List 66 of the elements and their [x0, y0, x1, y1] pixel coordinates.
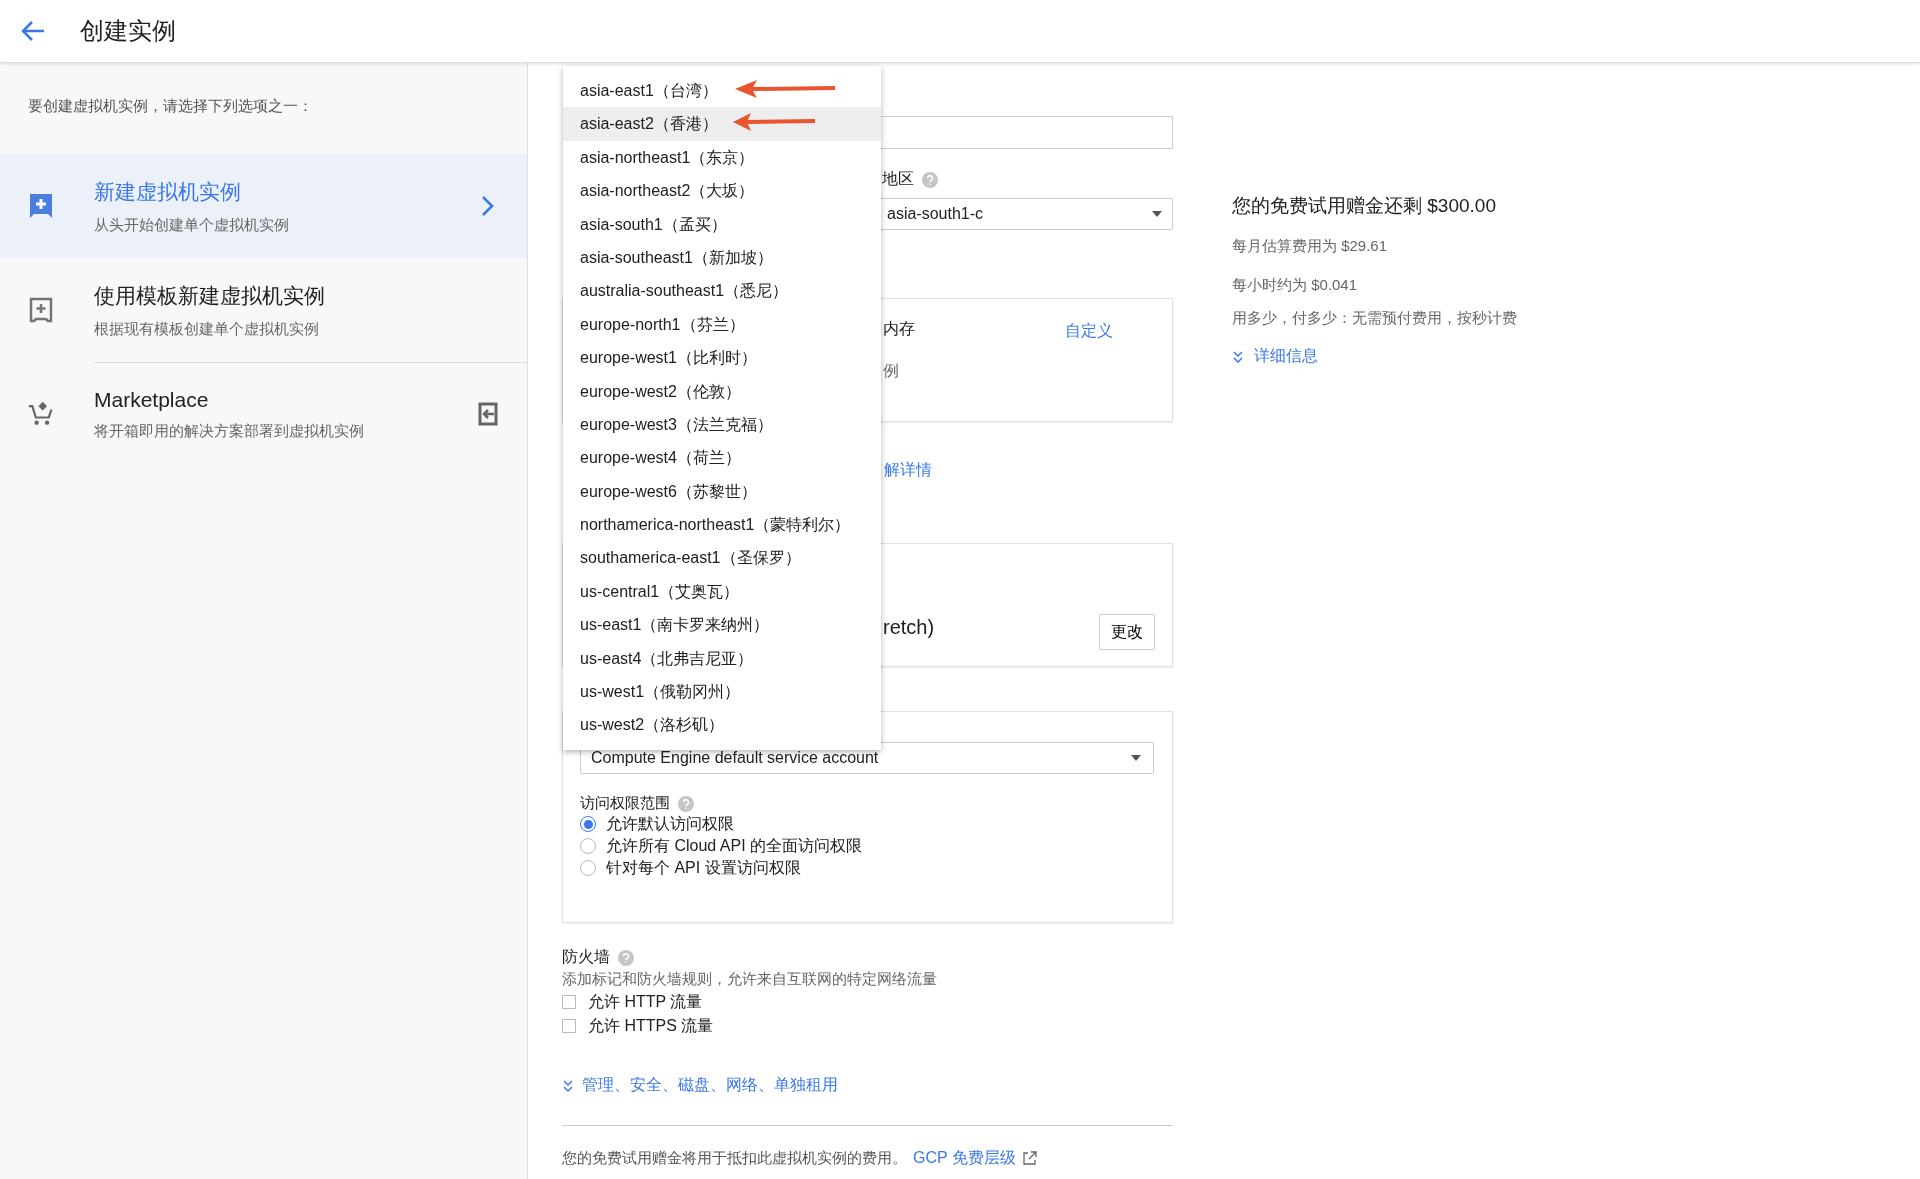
hourly-estimate: 每小时约为 $0.041	[1232, 276, 1359, 295]
cart-icon	[28, 400, 54, 428]
region-option[interactable]: northamerica-northeast1（蒙特利尔）	[563, 508, 881, 542]
firewall-checkbox[interactable]: 允许 HTTP 流量	[562, 991, 703, 1013]
exit-icon[interactable]	[477, 401, 499, 427]
sidebar-item[interactable]: 使用模板新建虚拟机实例 根据现有模板创建单个虚拟机实例	[0, 258, 527, 362]
sidebar-item[interactable]: 新建虚拟机实例 从头开始创建单个虚拟机实例	[0, 154, 527, 258]
region-option[interactable]: asia-southeast1（新加坡）	[563, 240, 881, 275]
add-template-icon	[28, 296, 54, 324]
region-option[interactable]: europe-west6（苏黎世）	[563, 474, 881, 509]
region-option[interactable]: europe-west2（伦敦）	[563, 374, 881, 408]
firewall-checkbox[interactable]: 允许 HTTPS 流量	[562, 1015, 714, 1037]
firewall-label: 防火墙	[562, 947, 610, 967]
region-option[interactable]: australia-southeast1（悉尼）	[563, 274, 881, 308]
region-option[interactable]: asia-northeast1（东京）	[563, 140, 881, 175]
change-button[interactable]: 更改	[1099, 614, 1155, 650]
expand-chevron-icon[interactable]	[562, 1078, 574, 1093]
firewall-description: 添加标记和防火墙规则，允许来自互联网的特定网络流量	[562, 970, 938, 989]
advanced-options-link[interactable]: 管理、安全、磁盘、网络、单独租用	[582, 1075, 838, 1096]
region-option[interactable]: asia-east2（香港）	[563, 107, 881, 141]
external-link-icon[interactable]	[1021, 1151, 1037, 1166]
region-option[interactable]: europe-north1（芬兰）	[563, 307, 881, 342]
scope-radio[interactable]: 允许所有 Cloud API 的全面访问权限	[580, 835, 863, 857]
region-option[interactable]: asia-east1（台湾）	[563, 74, 881, 108]
region-option[interactable]: europe-west1（比利时）	[563, 341, 881, 375]
memory-text: 内存	[883, 319, 915, 339]
credit-title: 您的免费试用赠金还剩 $300.00	[1232, 194, 1497, 218]
region-option[interactable]: us-east4（北弗吉尼亚）	[563, 641, 881, 676]
item-subtitle: 从头开始创建单个虚拟机实例	[94, 215, 290, 235]
dropdown-triangle-icon[interactable]	[1152, 211, 1162, 217]
sidebar-intro: 要创建虚拟机实例，请选择下列选项之一：	[27, 96, 314, 116]
details-link[interactable]: 解详情	[884, 461, 932, 478]
add-document-icon	[28, 192, 54, 220]
instance-text: 例	[883, 361, 899, 381]
zone-select[interactable]: asia-south1-c	[878, 198, 1173, 230]
region-option[interactable]: us-central1（艾奥瓦）	[563, 574, 881, 609]
region-option[interactable]: asia-northeast2（大坂）	[563, 174, 881, 208]
access-scopes-label: 访问权限范围	[580, 794, 670, 813]
region-option[interactable]: us-east1（南卡罗来纳州）	[563, 608, 881, 642]
boot-disk-text: retch)	[883, 616, 935, 639]
region-option[interactable]: us-west1（俄勒冈州）	[563, 675, 881, 709]
scope-radio[interactable]: 允许默认访问权限	[580, 813, 734, 835]
item-title: 使用模板新建虚拟机实例	[94, 282, 326, 309]
zone-label: 地区	[882, 169, 914, 189]
region-option[interactable]: southamerica-east1（圣保罗）	[563, 541, 881, 575]
item-subtitle: 根据现有模板创建单个虚拟机实例	[94, 319, 320, 339]
item-subtitle: 将开箱即用的解决方案部署到虚拟机实例	[94, 421, 365, 441]
free-tier-link[interactable]: GCP 免费层级	[913, 1148, 1016, 1169]
region-option[interactable]: europe-west4（荷兰）	[563, 441, 881, 475]
customize-link[interactable]: 自定义	[1065, 321, 1113, 342]
item-title: 新建虚拟机实例	[94, 178, 242, 205]
details-link[interactable]: 详细信息	[1254, 346, 1318, 367]
footer-text: 您的免费试用赠金将用于抵扣此虚拟机实例的费用。	[562, 1149, 907, 1168]
billing-note: 用多少，付多少：无需预付费用，按秒计费	[1232, 309, 1517, 328]
scope-radio[interactable]: 针对每个 API 设置访问权限	[580, 857, 801, 879]
sidebar-item[interactable]: Marketplace 将开箱即用的解决方案部署到虚拟机实例	[0, 362, 527, 466]
region-option[interactable]: europe-west3（法兰克福）	[563, 407, 881, 442]
region-option[interactable]: asia-south1（孟买）	[563, 207, 881, 241]
name-field[interactable]	[878, 116, 1173, 149]
expand-chevron-icon[interactable]	[1232, 349, 1244, 364]
monthly-estimate: 每月估算费用为 $29.61	[1232, 237, 1389, 256]
region-option[interactable]: us-west2（洛杉矶）	[563, 708, 881, 742]
dropdown-triangle-icon[interactable]	[1131, 755, 1141, 761]
service-account-select[interactable]: Compute Engine default service account	[580, 742, 1154, 774]
item-title: Marketplace	[94, 387, 210, 412]
page-title: 创建实例	[80, 16, 176, 46]
